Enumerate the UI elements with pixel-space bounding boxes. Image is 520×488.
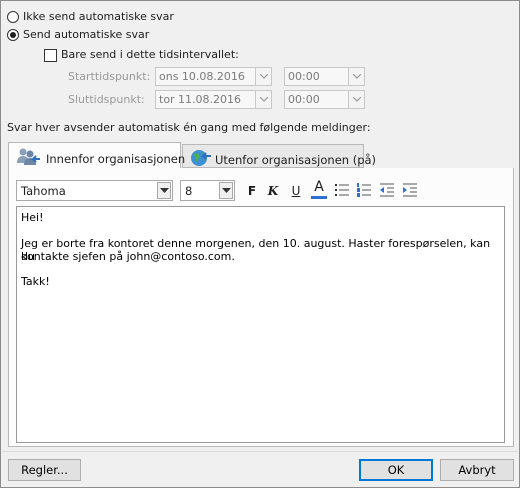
- end-time-picker[interactable]: 00:00: [284, 90, 365, 109]
- bold-button[interactable]: F: [243, 182, 261, 200]
- bullet-list-icon[interactable]: [333, 182, 351, 200]
- chevron-down-icon[interactable]: [348, 91, 364, 108]
- italic-button[interactable]: K: [264, 182, 282, 200]
- instruction-text: Svar hver avsender automatisk én gang me…: [7, 121, 371, 134]
- no-auto-reply-radio[interactable]: [7, 11, 19, 23]
- ok-button[interactable]: OK: [359, 459, 433, 481]
- font-size-select[interactable]: 8: [180, 180, 235, 201]
- decrease-indent-icon[interactable]: [378, 182, 396, 200]
- font-name-select[interactable]: Tahoma: [16, 180, 173, 201]
- message-line: Takk!: [21, 275, 50, 288]
- numbered-list-icon[interactable]: [355, 182, 373, 200]
- end-time-value: 00:00: [288, 93, 320, 106]
- tab-outside-label: Utenfor organisasjonen (på): [215, 153, 377, 167]
- message-editor[interactable]: Hei! Jeg er borte fra kontoret denne mor…: [16, 206, 505, 443]
- time-range-checkbox[interactable]: [44, 49, 57, 62]
- start-time-label: Starttidspunkt:: [68, 70, 151, 83]
- tab-inside-organization[interactable]: Innenfor organisasjonen: [8, 142, 185, 170]
- chevron-down-icon[interactable]: [348, 68, 364, 85]
- underline-button[interactable]: U: [287, 182, 305, 200]
- end-time-label: Sluttidspunkt:: [68, 93, 145, 106]
- chevron-down-icon[interactable]: [255, 91, 271, 108]
- cancel-button[interactable]: Avbryt: [440, 459, 514, 481]
- footer-divider: [2, 451, 518, 452]
- font-color-button[interactable]: A: [310, 179, 328, 199]
- chevron-down-icon[interactable]: [157, 182, 171, 199]
- increase-indent-icon[interactable]: [401, 182, 419, 200]
- no-auto-reply-label[interactable]: Ikke send automatiske svar: [23, 10, 174, 23]
- font-color-swatch: [311, 196, 327, 199]
- message-line: Hei!: [21, 211, 44, 224]
- people-icon: [15, 147, 41, 170]
- tab-inside-label: Innenfor organisasjonen: [46, 152, 186, 166]
- automatic-replies-dialog: Ikke send automatiske svar Send automati…: [0, 0, 520, 488]
- end-date-value: tor 11.08.2016: [159, 93, 242, 106]
- font-name-value: Tahoma: [21, 184, 66, 198]
- send-auto-reply-label[interactable]: Send automatiske svar: [23, 28, 149, 41]
- send-auto-reply-radio[interactable]: [7, 29, 19, 41]
- message-line: kontakte sjefen på john@contoso.com.: [21, 250, 235, 263]
- start-date-picker[interactable]: ons 10.08.2016: [155, 67, 272, 86]
- tab-outside-organization[interactable]: Utenfor organisasjonen (på): [182, 144, 376, 168]
- start-date-value: ons 10.08.2016: [159, 70, 245, 83]
- start-time-value: 00:00: [288, 70, 320, 83]
- time-range-label[interactable]: Bare send i dette tidsintervallet:: [61, 48, 239, 61]
- rules-button[interactable]: Regler...: [8, 459, 81, 481]
- start-time-picker[interactable]: 00:00: [284, 67, 365, 86]
- font-color-letter: A: [314, 179, 324, 195]
- font-size-value: 8: [185, 184, 193, 198]
- chevron-down-icon[interactable]: [255, 68, 271, 85]
- end-date-picker[interactable]: tor 11.08.2016: [155, 90, 272, 109]
- chevron-down-icon[interactable]: [219, 182, 233, 199]
